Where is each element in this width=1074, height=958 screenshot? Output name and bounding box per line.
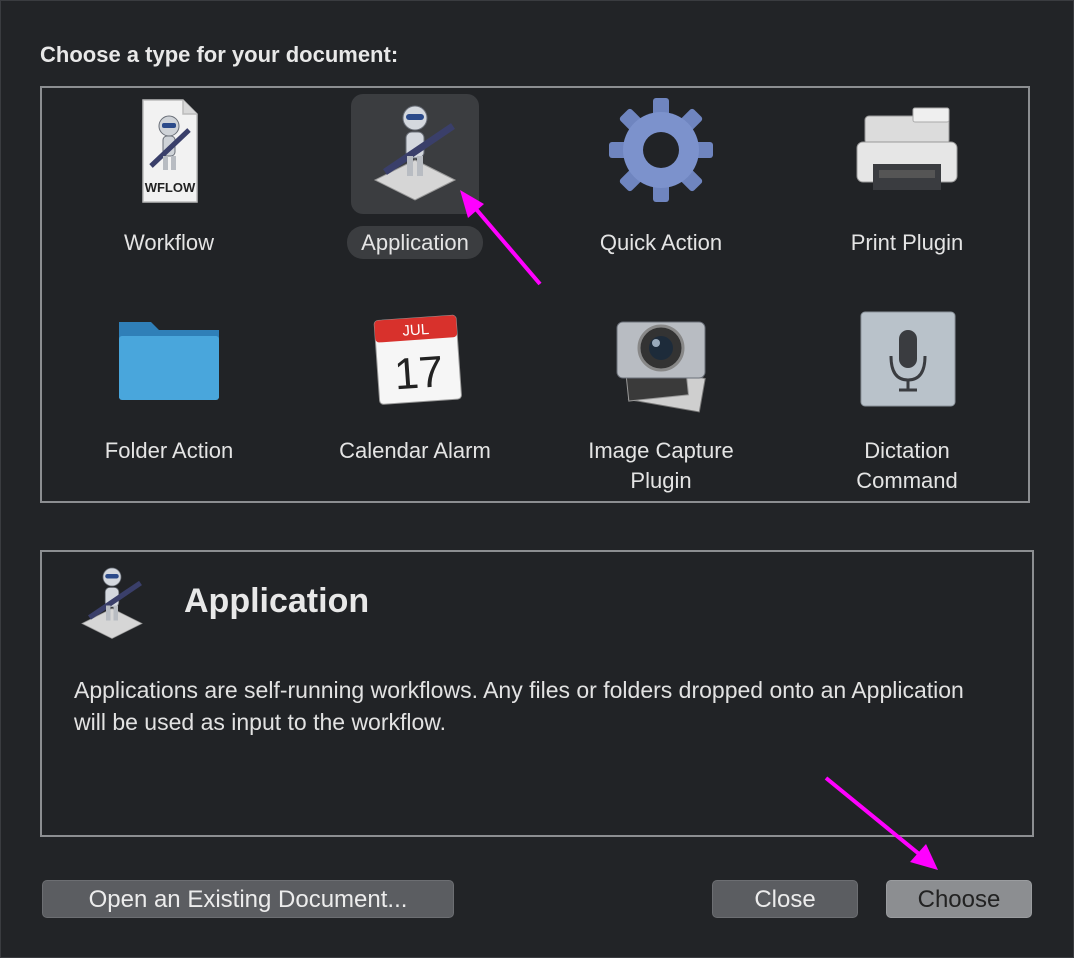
type-label: Image Capture Plugin bbox=[588, 438, 734, 493]
type-label: Dictation Command bbox=[856, 438, 958, 493]
type-label: Workflow bbox=[123, 230, 215, 255]
automator-robot-icon bbox=[351, 94, 479, 214]
type-dictation-command[interactable]: Dictation Command bbox=[784, 302, 1030, 493]
workflow-badge: WFLOW bbox=[145, 180, 196, 195]
type-label: Print Plugin bbox=[850, 230, 964, 255]
dialog-prompt: Choose a type for your document: bbox=[40, 42, 399, 67]
automator-robot-icon bbox=[64, 556, 160, 652]
type-label: Folder Action bbox=[104, 438, 234, 463]
type-image-capture-plugin[interactable]: Image Capture Plugin bbox=[538, 302, 784, 493]
type-description-panel: Application Applications are self-runnin… bbox=[40, 550, 1034, 837]
microphone-icon bbox=[843, 302, 971, 422]
type-print-plugin[interactable]: Print Plugin bbox=[784, 94, 1030, 284]
type-quick-action[interactable]: Quick Action bbox=[538, 94, 784, 284]
printer-icon bbox=[843, 94, 971, 214]
type-calendar-alarm[interactable]: JUL 17 Calendar Alarm bbox=[292, 302, 538, 492]
close-button[interactable]: Close bbox=[712, 880, 858, 918]
calendar-day: 17 bbox=[393, 347, 445, 399]
type-label: Application bbox=[292, 226, 538, 259]
gear-icon bbox=[597, 94, 725, 214]
type-application[interactable]: Application bbox=[292, 94, 538, 284]
type-folder-action[interactable]: Folder Action bbox=[46, 302, 292, 492]
selected-type-description: Applications are self-running workflows.… bbox=[74, 677, 964, 735]
selected-type-title: Application bbox=[184, 582, 370, 620]
type-label: Quick Action bbox=[599, 230, 723, 255]
folder-icon bbox=[105, 302, 233, 422]
choose-button[interactable]: Choose bbox=[886, 880, 1032, 918]
open-existing-document-button[interactable]: Open an Existing Document... bbox=[42, 880, 454, 918]
type-label: Calendar Alarm bbox=[339, 438, 491, 463]
document-type-grid: WFLOW Workflow Application Quick Action … bbox=[40, 86, 1030, 503]
workflow-file-icon: WFLOW bbox=[105, 94, 233, 214]
calendar-month: JUL bbox=[402, 321, 430, 340]
calendar-icon: JUL 17 bbox=[351, 302, 479, 422]
camera-icon bbox=[597, 302, 725, 422]
type-workflow[interactable]: WFLOW Workflow bbox=[46, 94, 292, 284]
